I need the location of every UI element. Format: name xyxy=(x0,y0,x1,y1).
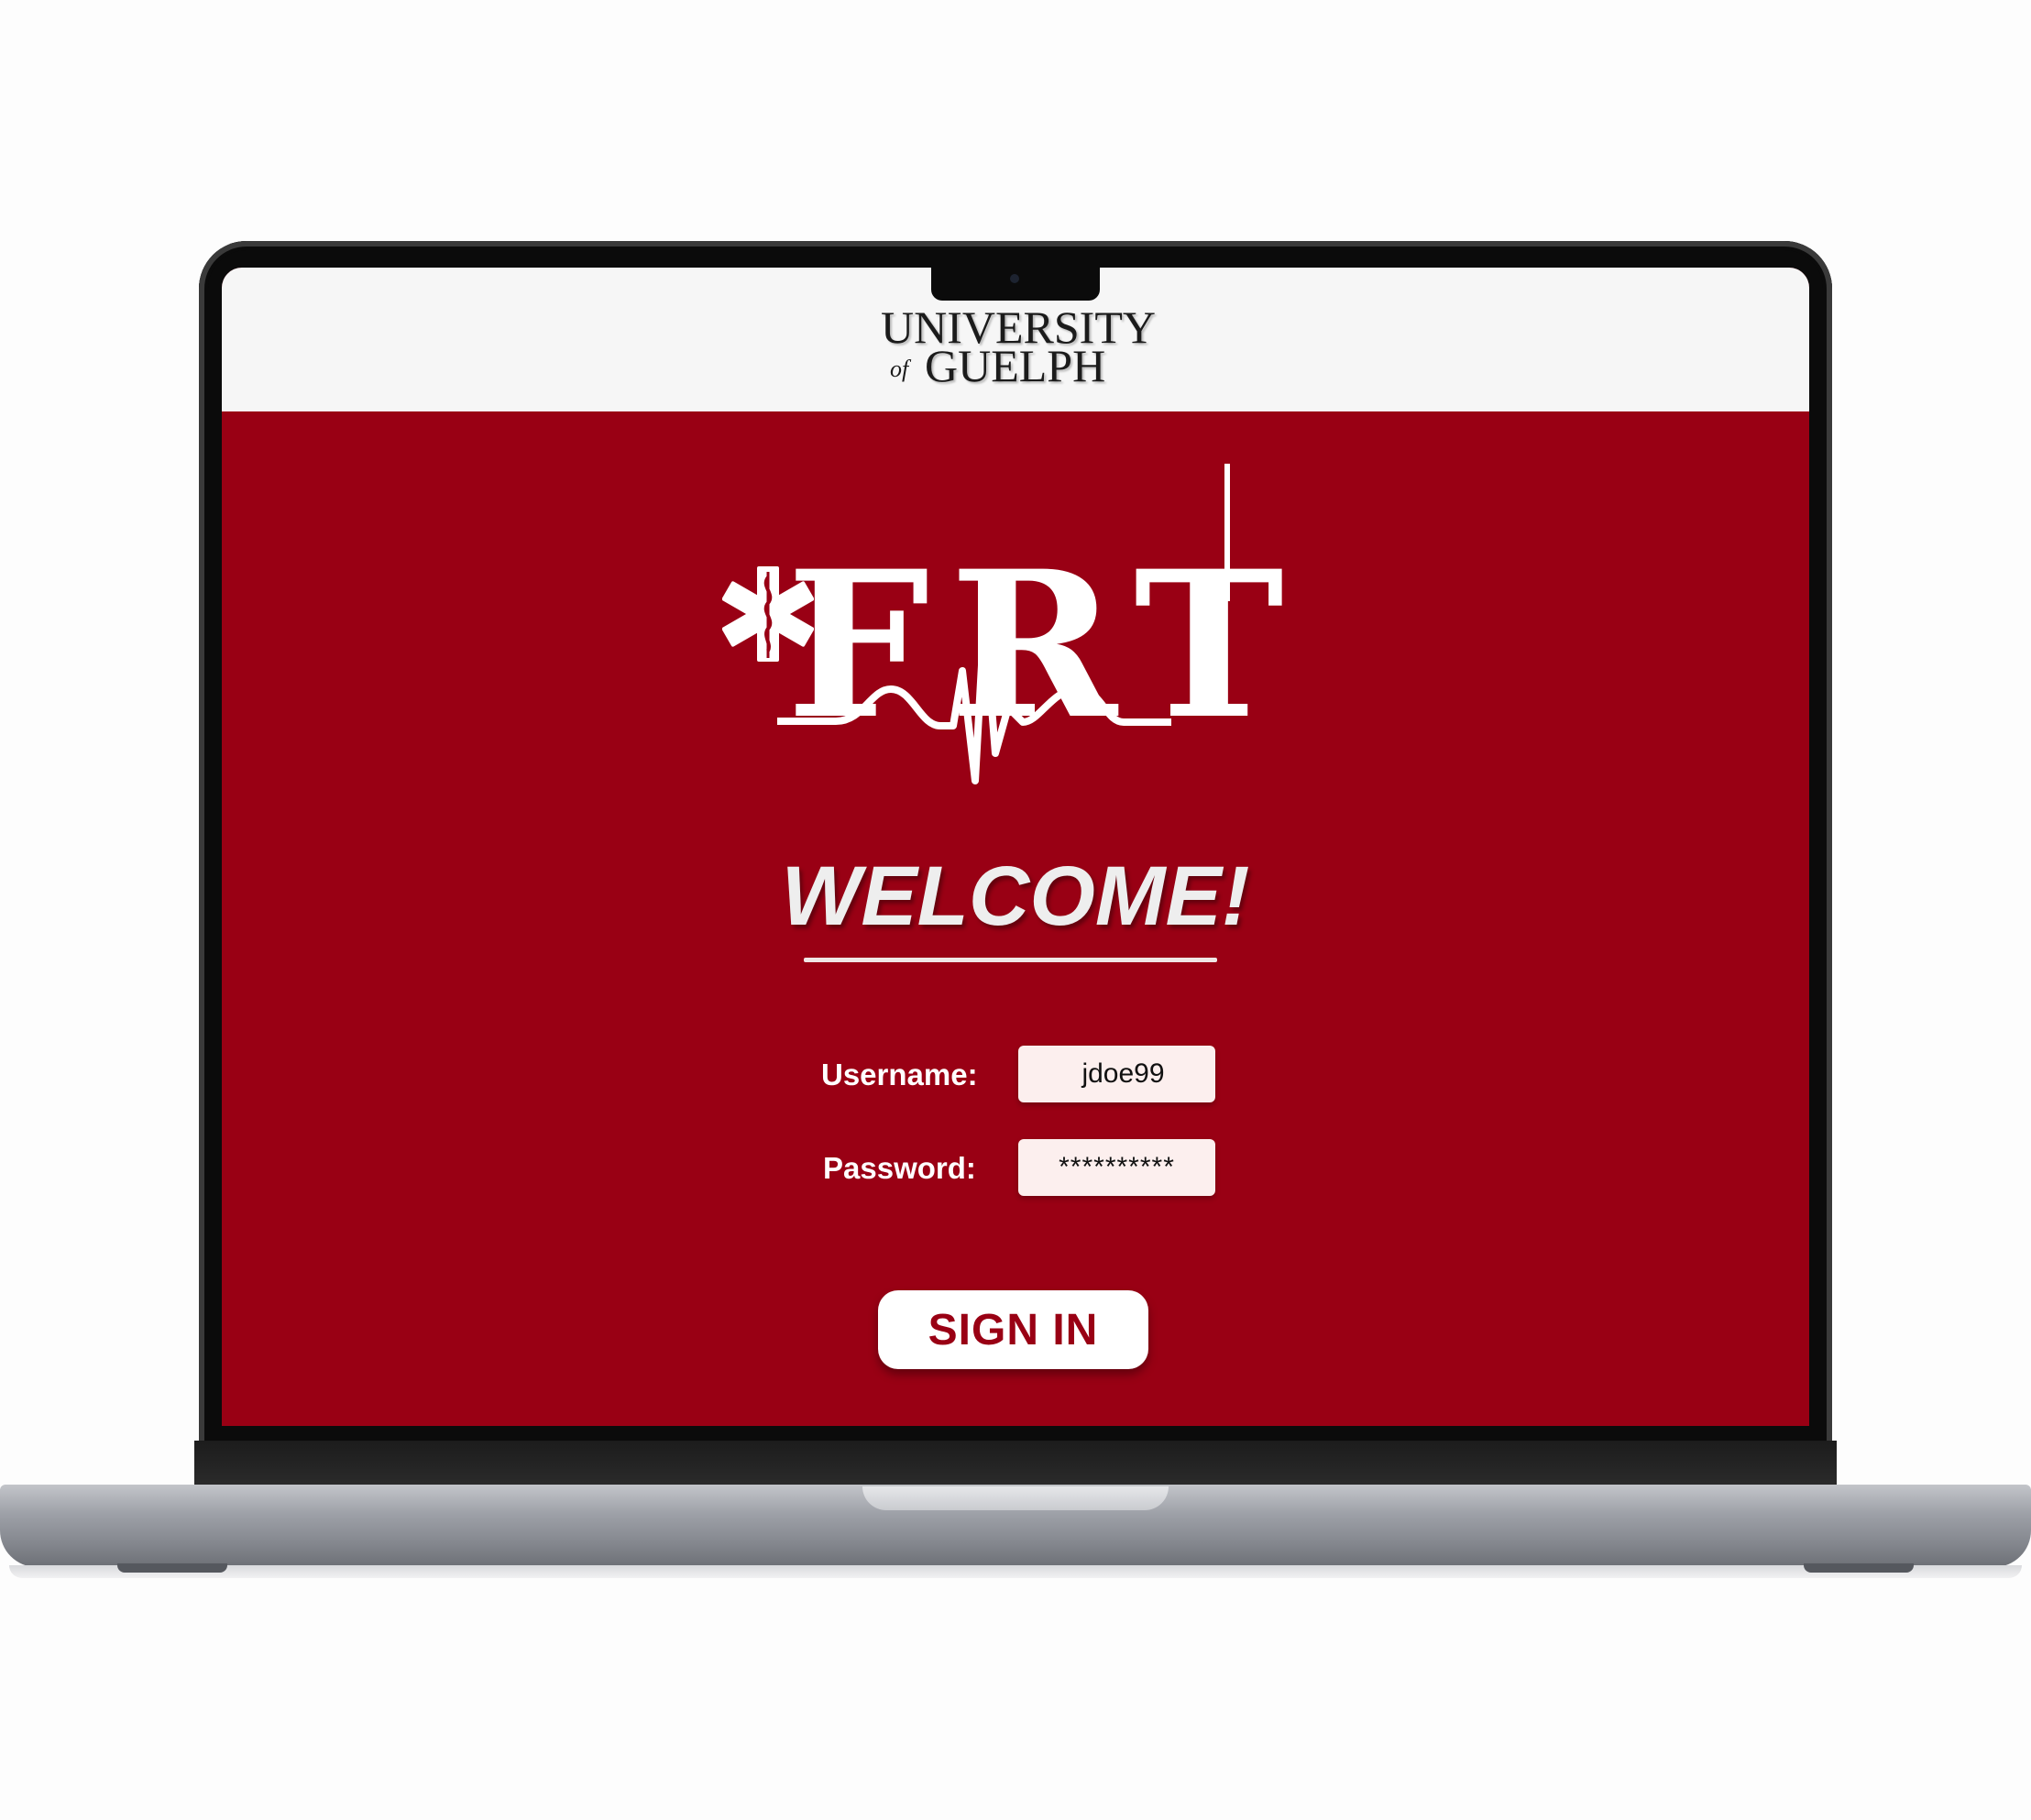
sign-in-button[interactable]: SIGN IN xyxy=(878,1290,1148,1369)
university-of-guelph-logo: UNIVERSITY of GUELPH xyxy=(877,302,1156,394)
camera-icon xyxy=(1010,274,1019,283)
laptop-base-shadow xyxy=(9,1565,2022,1578)
laptop-opening-notch xyxy=(862,1486,1169,1510)
login-screen: UNIVERSITY of GUELPH FRT WELCOME! Userna… xyxy=(222,268,1809,1426)
camera-notch xyxy=(931,268,1100,301)
logo-text-guelph: GUELPH xyxy=(925,340,1106,391)
password-label: Password: xyxy=(823,1151,976,1185)
laptop-chin xyxy=(194,1441,1837,1486)
laptop-foot-left xyxy=(117,1563,227,1573)
ecg-line-icon xyxy=(777,464,1230,784)
welcome-heading: WELCOME! xyxy=(781,850,1250,943)
username-label: Username: xyxy=(821,1058,978,1091)
welcome-underline xyxy=(804,958,1217,962)
password-field[interactable]: ********** xyxy=(1018,1139,1215,1196)
logo-text-of: of xyxy=(890,356,909,382)
laptop-foot-right xyxy=(1804,1563,1914,1573)
frt-logo: FRT xyxy=(717,460,1340,790)
username-field[interactable]: jdoe99 xyxy=(1018,1046,1215,1102)
